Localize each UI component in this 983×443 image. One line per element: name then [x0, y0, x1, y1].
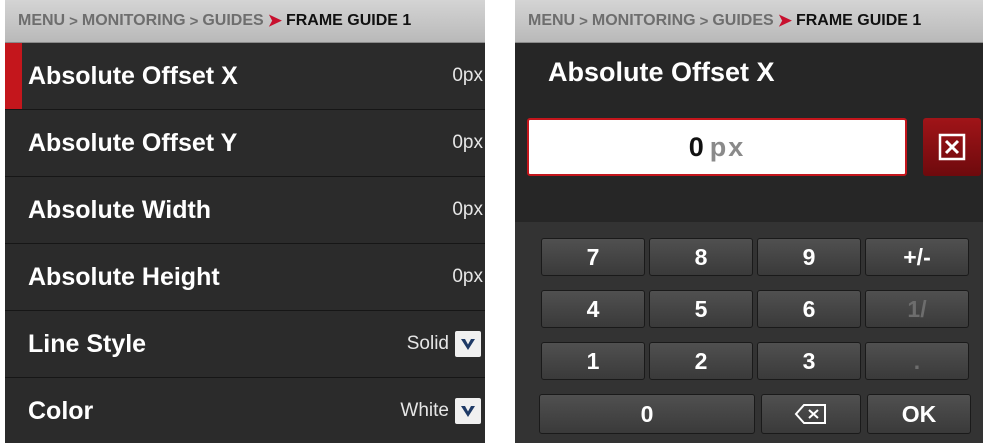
row-color[interactable]: Color White [5, 378, 485, 443]
row-value: 0px [452, 266, 483, 287]
clear-button[interactable] [923, 118, 981, 176]
chevron-down-icon[interactable] [455, 398, 481, 424]
backspace-icon [794, 404, 826, 424]
backspace-button[interactable] [761, 394, 861, 434]
breadcrumb: MENU > MONITORING > GUIDES ➤ FRAME GUIDE… [515, 0, 983, 43]
ok-button[interactable]: OK [867, 394, 971, 434]
breadcrumb-menu[interactable]: MENU [528, 12, 575, 30]
input-value: 0 [688, 131, 704, 162]
key-decimal: . [865, 342, 969, 380]
key-0[interactable]: 0 [539, 394, 755, 434]
row-absolute-offset-y[interactable]: Absolute Offset Y 0px [5, 110, 485, 177]
key-6[interactable]: 6 [757, 290, 861, 328]
keypad: 7 8 9 +/- 4 5 6 1/ 1 2 3 . 0 OK [515, 222, 983, 443]
row-absolute-offset-x[interactable]: Absolute Offset X 0px [5, 43, 485, 110]
row-label: Absolute Offset X [28, 61, 238, 90]
row-value: 0px [452, 199, 483, 220]
chevron-right-icon: > [69, 12, 78, 30]
chevron-right-icon: > [699, 12, 709, 30]
color-dropdown[interactable]: White [400, 398, 481, 424]
dropdown-value: Solid [406, 333, 449, 354]
breadcrumb-monitoring[interactable]: MONITORING [592, 12, 696, 30]
row-label: Absolute Offset Y [28, 128, 238, 157]
input-unit: px [709, 131, 746, 162]
breadcrumb-current: FRAME GUIDE 1 [795, 12, 922, 29]
row-line-style[interactable]: Line Style Solid [5, 311, 485, 378]
breadcrumb-guides[interactable]: GUIDES [712, 12, 773, 30]
chevron-right-icon: > [579, 12, 588, 30]
row-absolute-width[interactable]: Absolute Width 0px [5, 177, 485, 244]
value-input[interactable]: 0 px [527, 118, 907, 176]
field-title: Absolute Offset X [548, 57, 775, 87]
row-value: 0px [452, 132, 483, 153]
row-absolute-height[interactable]: Absolute Height 0px [5, 244, 485, 311]
breadcrumb-current: FRAME GUIDE 1 [285, 12, 412, 29]
key-plus-minus[interactable]: +/- [865, 238, 969, 276]
key-8[interactable]: 8 [649, 238, 753, 276]
numeric-entry-panel: MENU > MONITORING > GUIDES ➤ FRAME GUIDE… [515, 0, 983, 443]
key-9[interactable]: 9 [757, 238, 861, 276]
row-value: 0px [452, 65, 483, 86]
breadcrumb-monitoring[interactable]: MONITORING [82, 12, 186, 30]
row-label: Absolute Width [28, 195, 212, 224]
key-1[interactable]: 1 [541, 342, 645, 380]
chevron-down-icon[interactable] [455, 331, 481, 357]
key-2[interactable]: 2 [649, 342, 753, 380]
chevron-right-icon: > [189, 12, 199, 30]
row-label: Line Style [28, 329, 147, 358]
red-arrow-icon: ➤ [777, 11, 792, 30]
breadcrumb-guides[interactable]: GUIDES [202, 12, 263, 30]
key-4[interactable]: 4 [541, 290, 645, 328]
row-label: Absolute Height [28, 262, 220, 291]
dropdown-value: White [400, 400, 449, 421]
key-5[interactable]: 5 [649, 290, 753, 328]
frame-guide-menu-panel: MENU > MONITORING > GUIDES ➤ FRAME GUIDE… [5, 0, 485, 443]
clear-x-icon [938, 133, 966, 161]
breadcrumb-menu[interactable]: MENU [18, 12, 65, 30]
breadcrumb: MENU > MONITORING > GUIDES ➤ FRAME GUIDE… [5, 0, 485, 43]
key-fraction: 1/ [865, 290, 969, 328]
red-arrow-icon: ➤ [267, 11, 282, 30]
key-3[interactable]: 3 [757, 342, 861, 380]
key-7[interactable]: 7 [541, 238, 645, 276]
settings-list: Absolute Offset X 0px Absolute Offset Y … [5, 43, 485, 443]
row-label: Color [28, 396, 94, 425]
line-style-dropdown[interactable]: Solid [407, 331, 481, 357]
